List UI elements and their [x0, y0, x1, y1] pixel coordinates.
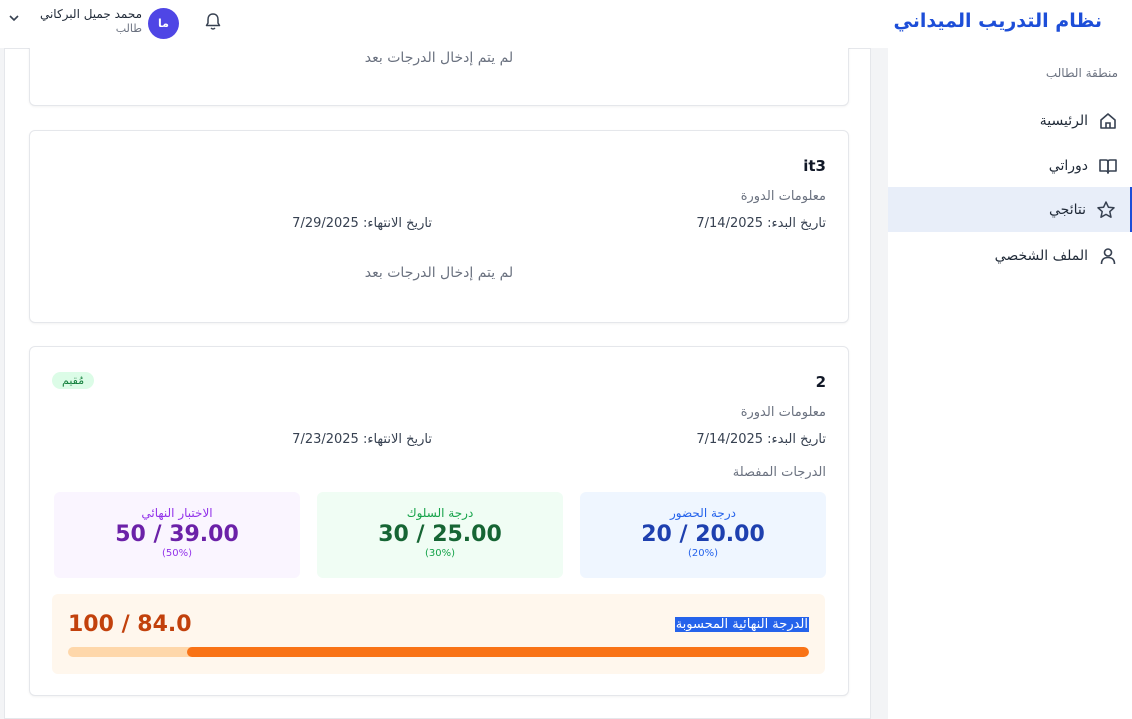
course-end-date: تاريخ الانتهاء: 7/23/2025 [292, 432, 432, 447]
course-title: it3 [803, 157, 826, 175]
course-info-label: معلومات الدورة [740, 189, 826, 204]
user-info: محمد جميل البركاني طالب [30, 6, 142, 36]
sidebar-item-label: دوراتي [1048, 157, 1088, 174]
course-start-date: تاريخ البدء: 7/14/2025 [696, 432, 826, 447]
status-badge: مُقيم [52, 372, 95, 389]
sidebar-item-results[interactable]: نتائجي [888, 187, 1132, 232]
final-exam-value: 50 / 39.00 [115, 522, 239, 547]
course-card: مُقيم 2 معلومات الدورة تاريخ البدء: 7/14… [29, 346, 849, 696]
detailed-grades-label: الدرجات المفصلة [732, 465, 826, 480]
app-title[interactable]: نظام التدريب الميداني [894, 10, 1102, 32]
final-grade-progress-track [68, 647, 809, 657]
final-exam-percent: (50%) [161, 548, 193, 559]
sidebar-section-label: منطقة الطالب [1045, 66, 1118, 80]
chevron-down-icon[interactable] [8, 12, 20, 24]
home-icon [1100, 112, 1116, 129]
sidebar-item-label: الرئيسية [1039, 112, 1088, 129]
user-name: محمد جميل البركاني [39, 7, 142, 21]
star-icon [1097, 200, 1115, 218]
final-grade-progress-fill [186, 647, 809, 657]
course-end-date: تاريخ الانتهاء: 7/29/2025 [292, 216, 432, 231]
no-grades-message: لم يتم إدخال الدرجات بعد [364, 50, 514, 66]
user-icon [1100, 247, 1116, 264]
sidebar-item-home[interactable]: الرئيسية [888, 98, 1132, 143]
sidebar-item-profile[interactable]: الملف الشخصي [888, 233, 1132, 278]
behavior-grade-box: درجة السلوك 30 / 25.00 (30%) [317, 492, 563, 578]
top-header: نظام التدريب الميداني محمد جميل البركاني… [0, 0, 1132, 48]
behavior-value: 30 / 25.00 [378, 522, 502, 547]
sidebar: منطقة الطالب الرئيسية دوراتي نتائجي المل… [888, 48, 1132, 719]
sidebar-item-courses[interactable]: دوراتي [888, 143, 1132, 188]
attendance-label: درجة الحضور [670, 506, 736, 520]
bell-icon[interactable] [204, 12, 222, 32]
avatar[interactable]: ما [148, 8, 179, 39]
course-card: لم يتم إدخال الدرجات بعد [29, 39, 849, 106]
behavior-label: درجة السلوك [406, 506, 474, 520]
no-grades-message: لم يتم إدخال الدرجات بعد [364, 265, 514, 281]
main-content[interactable]: لم يتم إدخال الدرجات بعد it3 معلومات الد… [4, 39, 871, 719]
final-grade-label: الدرجة النهائية المحسوبة [674, 617, 809, 632]
user-role: طالب [115, 22, 142, 35]
final-exam-label: الاختبار النهائي [141, 506, 213, 520]
final-grade-box: الدرجة النهائية المحسوبة 100 / 84.0 [52, 594, 825, 674]
sidebar-item-label: الملف الشخصي [994, 247, 1088, 264]
course-info-label: معلومات الدورة [740, 405, 826, 420]
attendance-percent: (20%) [687, 548, 719, 559]
course-title: 2 [815, 373, 826, 391]
final-exam-grade-box: الاختبار النهائي 50 / 39.00 (50%) [54, 492, 300, 578]
sidebar-item-label: نتائجي [1049, 201, 1086, 218]
book-icon [1099, 158, 1117, 174]
final-grade-value: 100 / 84.0 [68, 612, 192, 637]
behavior-percent: (30%) [424, 548, 456, 559]
attendance-value: 20 / 20.00 [641, 522, 765, 547]
course-card: it3 معلومات الدورة تاريخ البدء: 7/14/202… [29, 130, 849, 323]
course-start-date: تاريخ البدء: 7/14/2025 [696, 216, 826, 231]
attendance-grade-box: درجة الحضور 20 / 20.00 (20%) [580, 492, 826, 578]
